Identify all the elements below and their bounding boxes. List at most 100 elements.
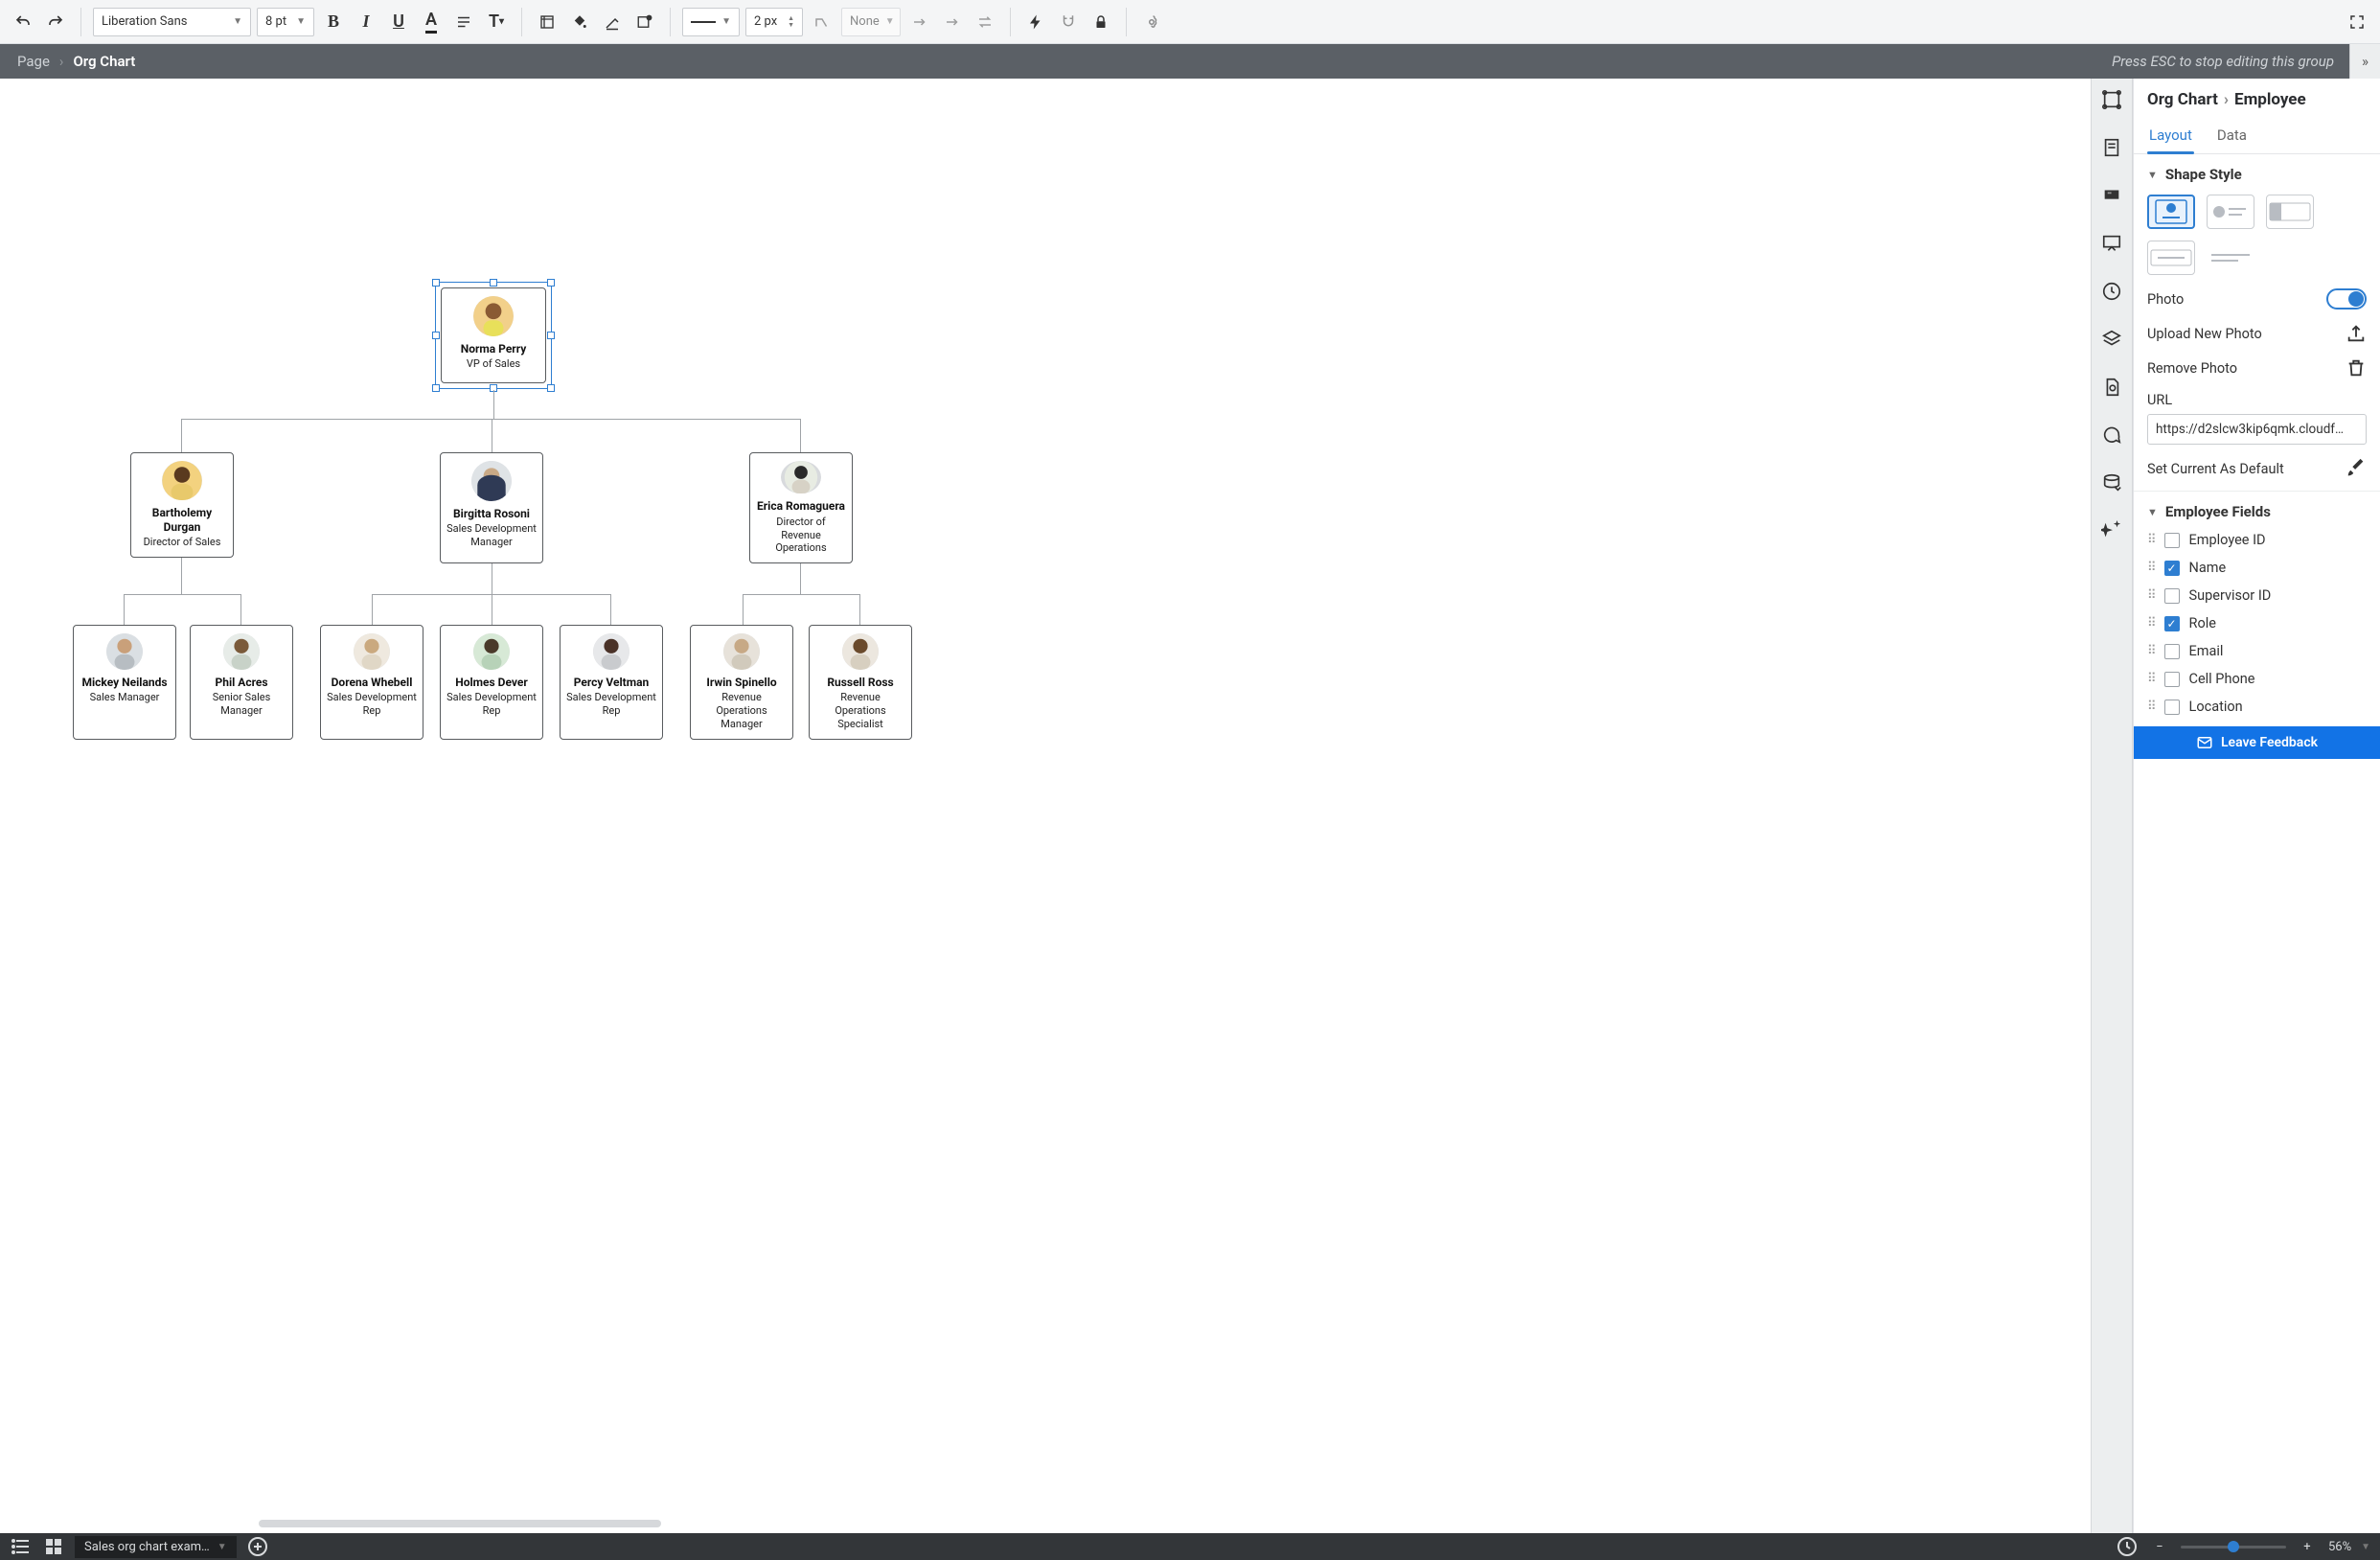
rail-layers-icon[interactable] (2100, 328, 2123, 351)
align-button[interactable] (450, 9, 477, 35)
line-width-select[interactable]: 2 px▲▼ (745, 8, 803, 36)
url-label: URL (2147, 392, 2367, 408)
node-name: Percy Veltman (574, 676, 650, 689)
node-name: Phil Acres (215, 676, 267, 689)
field-checkbox[interactable] (2164, 700, 2180, 715)
add-page-button[interactable] (246, 1535, 269, 1558)
org-node[interactable]: Norma Perry VP of Sales (441, 287, 546, 383)
field-checkbox[interactable] (2164, 533, 2180, 548)
photo-url-input[interactable]: https://d2slcw3kip6qmk.cloudf… (2147, 414, 2367, 445)
zoom-menu-caret[interactable]: ▼ (2361, 1542, 2370, 1552)
field-checkbox[interactable] (2164, 644, 2180, 659)
shape-style-card-split[interactable] (2266, 195, 2314, 229)
avatar (471, 461, 512, 501)
tab-layout[interactable]: Layout (2147, 121, 2194, 153)
field-checkbox[interactable] (2164, 588, 2180, 604)
drag-handle-icon[interactable]: ⠿ (2147, 644, 2155, 658)
font-family-select[interactable]: Liberation Sans▼ (93, 8, 251, 36)
leave-feedback-button[interactable]: Leave Feedback (2134, 726, 2380, 759)
text-options-button[interactable]: T▾ (483, 9, 510, 35)
breadcrumb-current[interactable]: Org Chart (73, 53, 135, 70)
photo-toggle[interactable] (2326, 288, 2367, 310)
shape-style-card-box[interactable] (2147, 241, 2195, 275)
shape-style-card-side[interactable] (2207, 195, 2254, 229)
zoom-in-button[interactable]: + (2296, 1535, 2319, 1558)
rail-page-icon[interactable] (2100, 136, 2123, 159)
shape-style-card-lines[interactable] (2207, 241, 2254, 275)
italic-button[interactable]: I (353, 9, 379, 35)
drag-handle-icon[interactable]: ⠿ (2147, 588, 2155, 603)
section-employee-fields[interactable]: ▼Employee Fields (2147, 503, 2367, 520)
[interactable] (2100, 519, 2123, 542)
rail-data-icon[interactable] (2100, 471, 2123, 494)
page-tab[interactable]: Sales org chart exam…▼ (75, 1536, 237, 1558)
underline-button[interactable]: U (385, 9, 412, 35)
section-shape-style[interactable]: ▼Shape Style (2147, 166, 2367, 183)
collapse-panel-button[interactable]: » (2349, 44, 2380, 79)
endpoint-left-select[interactable]: None▼ (841, 8, 901, 36)
drag-handle-icon[interactable]: ⠿ (2147, 533, 2155, 547)
rail-history-icon[interactable] (2100, 280, 2123, 303)
avatar (106, 633, 143, 670)
upload-icon[interactable] (2346, 323, 2367, 344)
zoom-slider[interactable] (2181, 1546, 2286, 1549)
arrow-right-button[interactable] (906, 9, 933, 35)
rail-doc-icon[interactable] (2100, 376, 2123, 399)
field-checkbox[interactable] (2164, 561, 2180, 576)
field-checkbox[interactable] (2164, 616, 2180, 631)
rail-chat-icon[interactable] (2100, 424, 2123, 447)
shape-options-button[interactable] (631, 9, 658, 35)
list-view-icon[interactable] (10, 1535, 33, 1558)
line-shape-button[interactable] (809, 9, 835, 35)
lock-button[interactable] (1087, 9, 1114, 35)
org-node[interactable]: Russell Ross Revenue Operations Speciali… (809, 625, 912, 740)
rail-shape-icon[interactable] (2100, 88, 2123, 111)
grid-view-icon[interactable] (42, 1535, 65, 1558)
inspector-panel: Org Chart›Employee Layout Data ▼Shape St… (2133, 79, 2380, 1533)
font-size-select[interactable]: 8 pt▼ (257, 8, 314, 36)
arrow-down-button[interactable] (939, 9, 966, 35)
org-node[interactable]: Bartholemy Durgan Director of Sales (130, 452, 234, 558)
settings-button[interactable] (1138, 9, 1165, 35)
drag-handle-icon[interactable]: ⠿ (2147, 561, 2155, 575)
drag-handle-icon[interactable]: ⠿ (2147, 672, 2155, 686)
zoom-out-button[interactable]: − (2148, 1535, 2171, 1558)
fill-color-button[interactable] (566, 9, 593, 35)
line-style-select[interactable]: ▼ (682, 8, 740, 36)
org-node[interactable]: Percy Veltman Sales Development Rep (560, 625, 663, 740)
drag-handle-icon[interactable]: ⠿ (2147, 700, 2155, 714)
fullscreen-button[interactable] (2344, 9, 2370, 35)
org-node[interactable]: Holmes Dever Sales Development Rep (440, 625, 543, 740)
rail-present-icon[interactable] (2100, 232, 2123, 255)
undo-button[interactable] (10, 9, 36, 35)
zoom-reset-icon[interactable] (2116, 1535, 2139, 1558)
org-node[interactable]: Mickey Neilands Sales Manager (73, 625, 176, 740)
org-node[interactable]: Erica Romaguera Director of Revenue Oper… (749, 452, 853, 563)
magnet-button[interactable] (1055, 9, 1082, 35)
brush-icon[interactable] (2346, 458, 2367, 479)
node-role: Senior Sales Manager (196, 691, 286, 718)
field-label: Role (2189, 615, 2216, 631)
border-color-button[interactable] (599, 9, 626, 35)
org-node[interactable]: Dorena Whebell Sales Development Rep (320, 625, 423, 740)
canvas-horizontal-scrollbar[interactable] (259, 1520, 661, 1527)
rail-comment-icon[interactable]: "" (2100, 184, 2123, 207)
field-label: Employee ID (2189, 532, 2266, 548)
avatar (162, 461, 202, 500)
org-node[interactable]: Irwin Spinello Revenue Operations Manage… (690, 625, 793, 740)
redo-button[interactable] (42, 9, 69, 35)
bolt-button[interactable] (1022, 9, 1049, 35)
shape-fit-button[interactable] (534, 9, 561, 35)
tab-data[interactable]: Data (2215, 121, 2249, 153)
trash-icon[interactable] (2346, 357, 2367, 379)
drag-handle-icon[interactable]: ⠿ (2147, 616, 2155, 631)
bold-button[interactable]: B (320, 9, 347, 35)
org-node[interactable]: Phil Acres Senior Sales Manager (190, 625, 293, 740)
canvas[interactable]: Norma Perry VP of Sales Bartholemy Durga… (0, 79, 2091, 1533)
font-color-button[interactable]: A (418, 9, 445, 35)
swap-endpoints-button[interactable] (972, 9, 998, 35)
breadcrumb-root[interactable]: Page (17, 53, 50, 70)
org-node[interactable]: Birgitta Rosoni Sales Development Manage… (440, 452, 543, 563)
field-checkbox[interactable] (2164, 672, 2180, 687)
shape-style-card-photo[interactable] (2147, 195, 2195, 229)
